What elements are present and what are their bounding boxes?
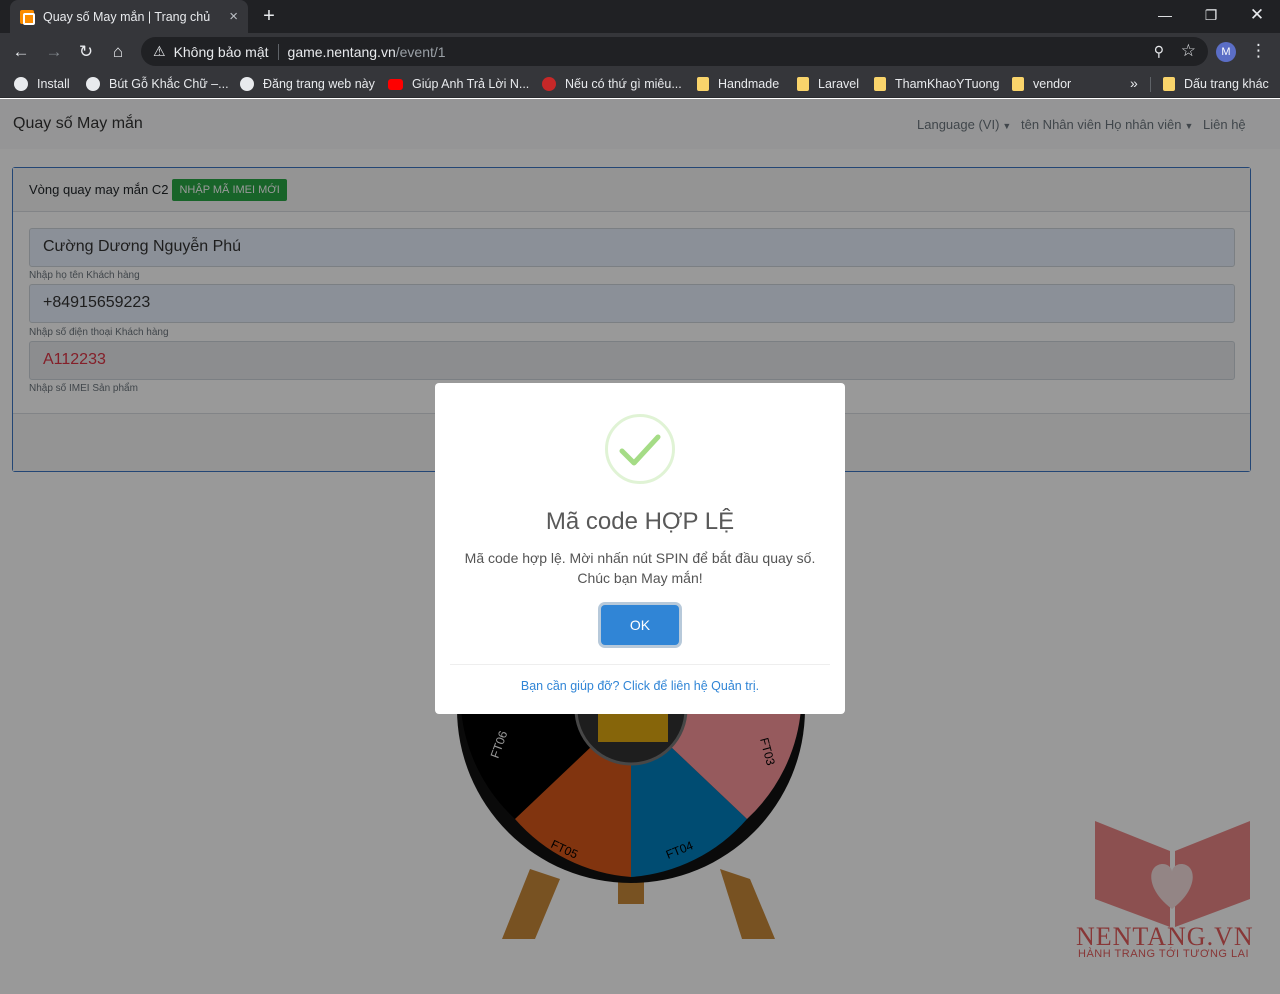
bookmark-item[interactable]: Nếu có thứ gì miêu... <box>542 75 682 93</box>
help-contact-link[interactable]: Bạn cần giúp đỡ? Click để liên hệ Quản t… <box>521 679 759 693</box>
not-secure-label: Không bảo mật <box>173 43 269 60</box>
globe-icon <box>240 77 254 91</box>
bookmark-label: Install <box>37 77 70 91</box>
bookmark-label: Nếu có thứ gì miêu... <box>565 77 682 91</box>
bookmark-item[interactable]: Dấu trang khác <box>1163 75 1269 93</box>
modal-footer: Bạn cần giúp đỡ? Click để liên hệ Quản t… <box>450 664 830 693</box>
minimize-icon[interactable]: — <box>1142 0 1188 30</box>
globe-icon <box>14 77 28 91</box>
address-bar[interactable]: ⚠ Không bảo mật game.nentang.vn/event/1 … <box>141 37 1208 66</box>
forward-icon[interactable]: → <box>41 39 67 65</box>
folder-icon <box>797 77 809 91</box>
home-icon[interactable]: ⌂ <box>105 39 131 65</box>
bookmarks-divider <box>1150 77 1151 92</box>
address-separator <box>277 43 279 60</box>
new-tab-button[interactable]: + <box>257 5 281 29</box>
bookmark-item[interactable]: vendor <box>1012 75 1071 93</box>
calendar-icon <box>542 77 556 91</box>
success-check-icon <box>605 414 675 484</box>
reload-icon[interactable]: ↻ <box>73 39 99 65</box>
globe-icon <box>86 77 100 91</box>
bookmark-item[interactable]: Đăng trang web này <box>240 75 375 93</box>
browser-toolbar: ← → ↻ ⌂ ⚠ Không bảo mật game.nentang.vn /… <box>0 33 1280 70</box>
youtube-icon <box>388 78 403 90</box>
browser-tab-active[interactable]: Quay số May mắn | Trang chủ × <box>10 0 248 33</box>
url-path: /event/1 <box>395 43 446 60</box>
close-window-icon[interactable]: ✕ <box>1234 0 1280 30</box>
warning-icon: ⚠ <box>153 43 166 59</box>
tab-title: Quay số May mắn | Trang chủ <box>43 9 211 24</box>
folder-icon <box>1163 77 1175 91</box>
folder-icon <box>697 77 709 91</box>
bookmarks-bar: Install Bút Gỗ Khắc Chữ –... Đăng trang … <box>0 70 1280 98</box>
bookmark-item[interactable]: Install <box>14 75 70 93</box>
bookmark-label: ThamKhaoYTuong <box>895 77 1000 91</box>
ok-button[interactable]: OK <box>601 605 679 645</box>
bookmark-label: vendor <box>1033 77 1072 91</box>
bookmark-label: Dấu trang khác <box>1184 77 1269 91</box>
bookmark-item[interactable]: Bút Gỗ Khắc Chữ –... <box>86 75 229 93</box>
bookmark-item[interactable]: ThamKhaoYTuong <box>874 75 999 93</box>
url-host: game.nentang.vn <box>287 43 396 60</box>
bookmark-star-icon[interactable]: ☆ <box>1181 41 1196 61</box>
xampp-favicon-icon <box>20 9 35 25</box>
bookmark-item[interactable]: Handmade <box>697 75 779 93</box>
bookmark-item[interactable]: Giúp Anh Trả Lời N... <box>388 75 529 93</box>
bookmark-label: Bút Gỗ Khắc Chữ –... <box>109 77 229 91</box>
modal-message: Mã code hợp lệ. Mời nhấn nút SPIN để bắt… <box>464 550 816 586</box>
bookmarks-overflow-icon[interactable]: » <box>1130 75 1138 91</box>
folder-icon <box>874 77 886 91</box>
check-mark-icon <box>619 434 661 466</box>
page-content: Quay số May mắn Language (VI) ▼ tên Nhân … <box>0 99 1280 994</box>
success-modal: Mã code HỢP LỆ Mã code hợp lệ. Mời nhấn … <box>435 383 845 714</box>
bookmark-item[interactable]: Laravel <box>797 75 859 93</box>
profile-avatar[interactable]: M <box>1216 42 1236 62</box>
tab-close-icon[interactable]: × <box>229 8 238 25</box>
bookmark-label: Laravel <box>818 77 859 91</box>
modal-title: Mã code HỢP LỆ <box>545 508 735 535</box>
bookmark-label: Giúp Anh Trả Lời N... <box>412 77 530 91</box>
browser-menu-icon[interactable]: ⋮ <box>1250 41 1267 61</box>
zoom-icon[interactable]: ⚲ <box>1154 43 1164 60</box>
restore-icon[interactable]: ❐ <box>1188 0 1234 30</box>
browser-tabbar: Quay số May mắn | Trang chủ × + — ❐ ✕ <box>0 0 1280 33</box>
folder-icon <box>1012 77 1024 91</box>
back-icon[interactable]: ← <box>8 39 34 65</box>
bookmark-label: Đăng trang web này <box>263 77 375 91</box>
bookmark-label: Handmade <box>718 77 780 91</box>
